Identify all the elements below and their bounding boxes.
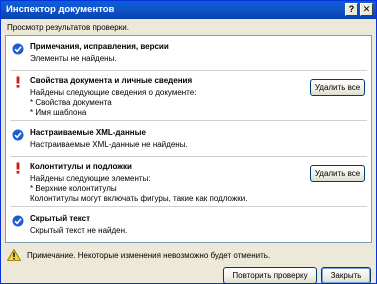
section-text: Скрытый текст не найден.: [30, 226, 128, 235]
section-text: Настраиваемые XML-данные не найдены.: [30, 140, 188, 149]
reinspect-button[interactable]: Повторить проверку: [223, 267, 317, 284]
section-text: * Верхние колонтитулы: [30, 184, 117, 193]
checkmark-icon: [12, 129, 24, 141]
section-title: Настраиваемые XML-данные: [30, 128, 146, 137]
document-inspector-window: Инспектор документов ? ✕ Просмотр резуль…: [0, 0, 377, 284]
checkmark-icon: [12, 43, 24, 55]
divider: [10, 120, 367, 121]
remove-all-properties-button[interactable]: Удалить все: [310, 79, 365, 96]
help-button[interactable]: ?: [345, 3, 358, 16]
checkmark-icon: [12, 215, 24, 227]
footer-note: Примечание. Некоторые изменения невозмож…: [27, 251, 271, 260]
divider: [10, 70, 367, 71]
remove-all-headers-button[interactable]: Удалить все: [310, 165, 365, 182]
section-text: Найдены следующие элементы:: [30, 174, 151, 183]
window-title: Инспектор документов: [6, 4, 115, 15]
warning-icon: [7, 249, 21, 261]
close-window-button[interactable]: ✕: [360, 3, 373, 16]
exclamation-icon: [16, 76, 20, 88]
divider: [10, 206, 367, 207]
subtitle: Просмотр результатов проверки.: [7, 23, 129, 32]
close-button[interactable]: Закрыть: [321, 267, 371, 284]
divider: [10, 156, 367, 157]
title-bar: Инспектор документов ? ✕: [1, 1, 376, 19]
section-title: Скрытый текст: [30, 214, 91, 223]
section-text: * Имя шаблона: [30, 108, 87, 117]
section-title: Колонтитулы и подложки: [30, 162, 132, 171]
section-title: Примечания, исправления, версии: [30, 42, 169, 51]
section-text: Элементы не найдены.: [30, 54, 117, 63]
exclamation-icon: [16, 162, 20, 174]
section-title: Свойства документа и личные сведения: [30, 76, 193, 85]
section-text: Найдены следующие сведения о документе:: [30, 88, 197, 97]
results-panel: Примечания, исправления, версии Элементы…: [5, 35, 372, 243]
section-text: Колонтитулы могут включать фигуры, такие…: [30, 194, 248, 203]
section-text: * Свойства документа: [30, 98, 112, 107]
